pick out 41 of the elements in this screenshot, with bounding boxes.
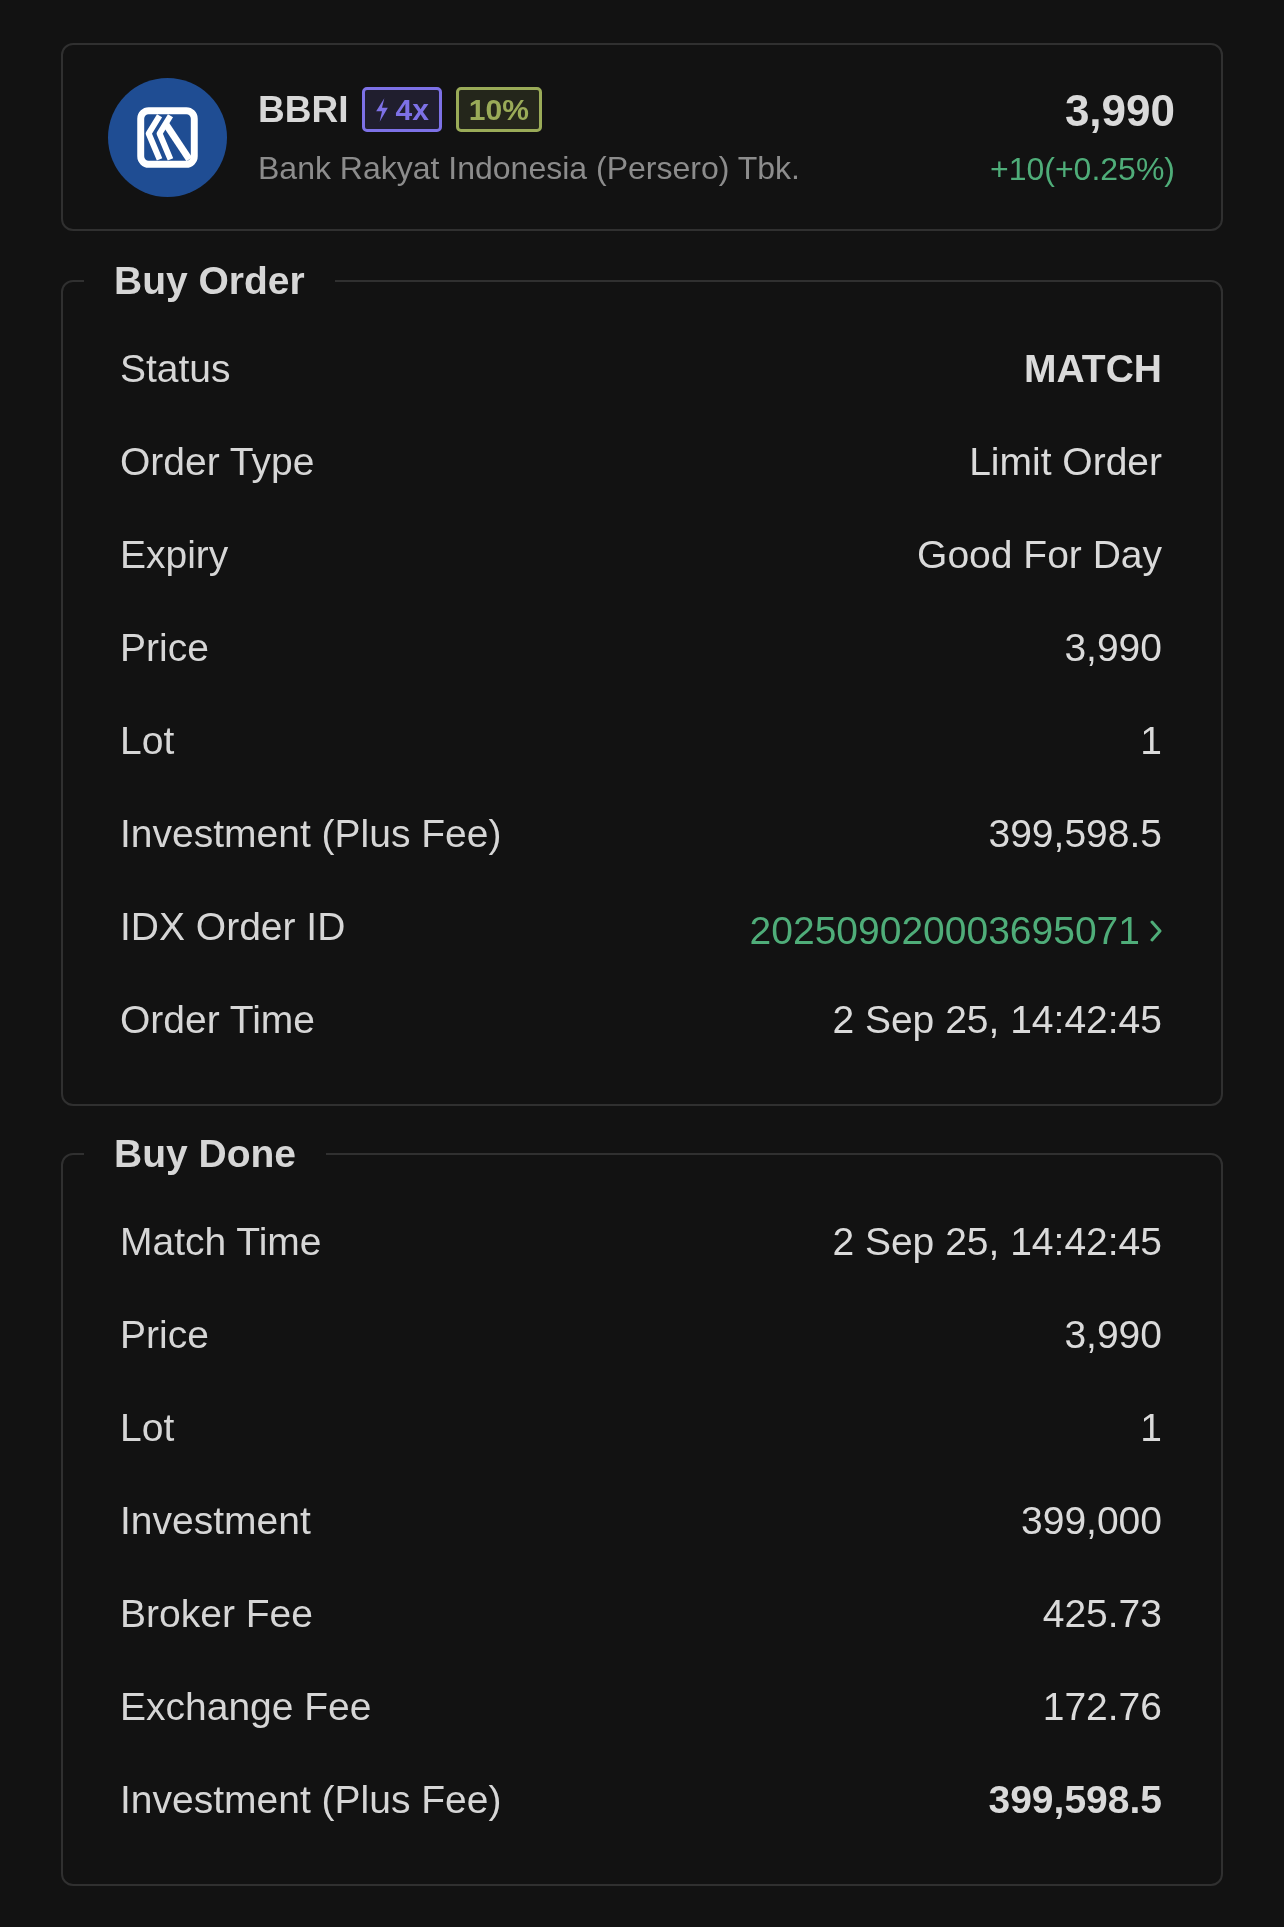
row-value: Good For Day (917, 531, 1162, 578)
row-value: 3,990 (1064, 624, 1162, 671)
row-label: Investment (120, 1497, 311, 1544)
row-label: Broker Fee (120, 1590, 313, 1637)
row-label: Order Time (120, 996, 316, 1043)
row-value: 399,598.5 (988, 810, 1162, 857)
row-value: Limit Order (969, 438, 1162, 485)
section-title: Buy Order (113, 258, 306, 304)
row-label: IDX Order ID (120, 903, 346, 950)
row-label: Investment (Plus Fee) (120, 810, 502, 857)
row-label: Match Time (120, 1218, 322, 1265)
row-value: 2 Sep 25, 14:42:45 (832, 996, 1162, 1043)
badge-label: 4x (395, 91, 429, 128)
row-label: Status (120, 345, 231, 392)
row-value: 425.73 (1042, 1590, 1162, 1637)
row-value: 3,990 (1064, 1311, 1162, 1358)
row-value: 399,000 (1021, 1497, 1162, 1544)
order-id-link[interactable]: 202509020003695071 (749, 907, 1162, 954)
section-title: Buy Done (113, 1131, 297, 1177)
row-value: MATCH (1024, 345, 1162, 392)
row-value: 172.76 (1042, 1683, 1162, 1730)
row-label: Lot (120, 1404, 175, 1451)
row-label: Investment (Plus Fee) (120, 1776, 502, 1823)
price-change: +10(+0.25%) (990, 149, 1175, 189)
stock-price: 3,990 (1064, 85, 1175, 136)
row-label: Expiry (120, 531, 229, 578)
badge-label: 10% (468, 91, 529, 128)
row-label: Order Type (120, 438, 315, 485)
row-value: 2 Sep 25, 14:42:45 (832, 1218, 1162, 1265)
chevron-right-icon (1150, 919, 1162, 942)
row-value: 1 (1140, 717, 1162, 764)
row-label: Exchange Fee (120, 1683, 372, 1730)
company-name: Bank Rakyat Indonesia (Persero) Tbk. (258, 148, 801, 188)
lightning-icon (375, 97, 390, 122)
row-value: 399,598.5 (988, 1776, 1162, 1823)
row-label: Lot (120, 717, 175, 764)
row-label: Price (120, 1311, 209, 1358)
row-value: 1 (1140, 1404, 1162, 1451)
row-label: Price (120, 624, 209, 671)
stock-ticker: BBRI (258, 87, 349, 132)
logo-icon (108, 77, 227, 197)
